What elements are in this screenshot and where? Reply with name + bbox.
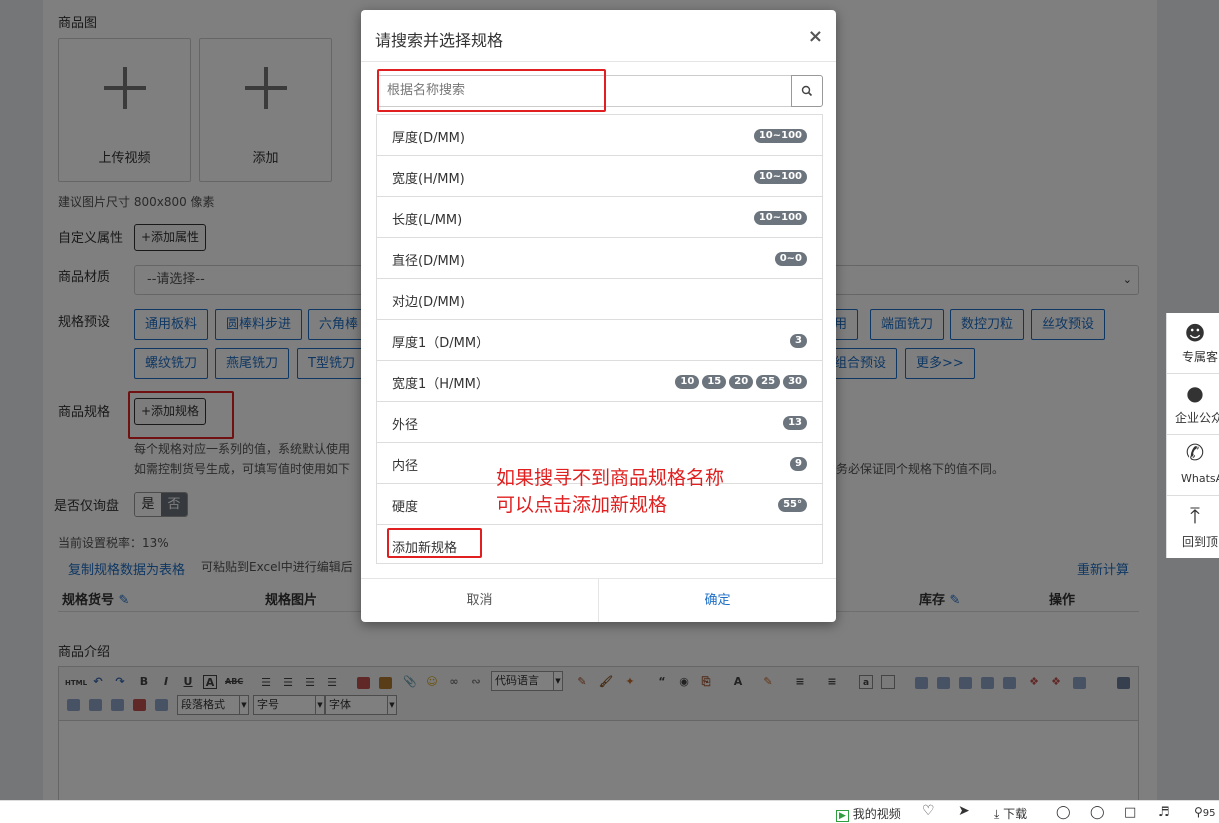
spec-name: 厚度(D/MM) xyxy=(392,131,465,146)
spec-name: 内径 xyxy=(392,459,419,474)
speaker-icon[interactable]: ♬ xyxy=(1158,805,1170,820)
spec-badges: 10 15 20 25 30 xyxy=(675,375,807,389)
spec-row[interactable]: 宽度1（H/MM） 10 15 20 25 30 xyxy=(377,361,822,402)
value-badge: 15 xyxy=(702,375,727,389)
wechat-icon: ● xyxy=(1186,381,1204,405)
value-badge: 10~100 xyxy=(753,211,807,225)
spec-badges: 55° xyxy=(778,498,807,512)
value-badge: 13 xyxy=(783,416,807,430)
search-button[interactable] xyxy=(791,75,823,107)
modal-title: 请搜索并选择规格 xyxy=(375,31,504,50)
spec-name: 直径(D/MM) xyxy=(392,254,465,269)
side-item-label: 企业公众 xyxy=(1175,411,1219,425)
value-badge: 30 xyxy=(783,375,807,389)
spec-name: 长度(L/MM) xyxy=(392,213,463,228)
value-badge: 25 xyxy=(756,375,781,389)
spec-badges: 9 xyxy=(790,457,807,471)
cancel-button[interactable]: 取消 xyxy=(361,579,599,622)
spec-name: 对边(D/MM) xyxy=(392,295,465,310)
value-badge: 0~0 xyxy=(774,252,807,266)
spec-badges: 13 xyxy=(783,416,807,430)
glasses-icon[interactable]: ◯ xyxy=(1056,805,1071,820)
side-item-back-to-top[interactable]: ⤒ 回到顶 xyxy=(1167,497,1219,558)
spec-badges: 10~100 xyxy=(753,211,807,225)
spec-badges: 3 xyxy=(790,334,807,348)
whatsapp-icon: ✆ xyxy=(1185,441,1205,466)
spec-badges: 10~100 xyxy=(753,129,807,143)
value-badge: 9 xyxy=(790,457,807,471)
heart-pulse-icon[interactable]: ♡ xyxy=(922,803,935,819)
annotation-text: 如果搜寻不到商品规格名称 可以点击添加新规格 xyxy=(496,465,724,519)
zoom-control[interactable]: ⚲95 xyxy=(1194,805,1216,819)
play-icon: ▶ xyxy=(836,810,849,822)
translate-icon[interactable]: ◯ xyxy=(1090,805,1105,820)
spec-name: 外径 xyxy=(392,418,419,433)
annotation-highlight-box xyxy=(377,69,606,112)
spec-row[interactable]: 厚度1（D/MM） 3 xyxy=(377,320,822,361)
side-item-label: 专属客 xyxy=(1182,350,1219,364)
zoom-icon: ⚲ xyxy=(1194,805,1203,819)
my-video-button[interactable]: ▶ 我的视频 xyxy=(836,805,901,822)
spec-row[interactable]: 对边(D/MM) xyxy=(377,279,822,320)
side-item-label: 回到顶 xyxy=(1182,535,1219,549)
modal-header-divider xyxy=(361,61,836,62)
value-badge: 3 xyxy=(790,334,807,348)
window-icon[interactable]: □ xyxy=(1124,805,1136,820)
side-item-service[interactable]: ☻ 专属客 xyxy=(1167,313,1219,374)
spec-name: 宽度(H/MM) xyxy=(392,172,465,187)
value-badge: 10~100 xyxy=(753,170,807,184)
spec-row[interactable]: 直径(D/MM) 0~0 xyxy=(377,238,822,279)
annotation-line-2: 可以点击添加新规格 xyxy=(496,494,668,516)
spec-name: 宽度1（H/MM） xyxy=(392,377,489,392)
spec-name: 厚度1（D/MM） xyxy=(392,336,490,351)
spec-name: 硬度 xyxy=(392,500,419,515)
modal-footer: 取消 确定 xyxy=(361,578,836,622)
spec-row[interactable]: 厚度(D/MM) 10~100 xyxy=(377,115,822,156)
value-badge: 55° xyxy=(778,498,807,512)
headset-icon: ☻ xyxy=(1184,321,1206,345)
confirm-button[interactable]: 确定 xyxy=(599,579,836,622)
spec-badges: 10~100 xyxy=(753,170,807,184)
download-icon: ⤓ xyxy=(994,807,1000,821)
value-badge: 10~100 xyxy=(753,129,807,143)
arrow-up-icon: ⤒ xyxy=(1190,504,1200,529)
annotation-line-1: 如果搜寻不到商品规格名称 xyxy=(496,467,725,489)
spec-row[interactable]: 宽度(H/MM) 10~100 xyxy=(377,156,822,197)
value-badge: 20 xyxy=(729,375,754,389)
floating-side-panel: ☻ 专属客 ● 企业公众 ✆ WhatsA ⤒ 回到顶 xyxy=(1166,313,1219,558)
browser-status-bar: ▶ 我的视频 ♡ ➤ ⤓ 下载 ◯ ◯ □ ♬ ⚲95 xyxy=(0,800,1219,823)
side-item-label: WhatsA xyxy=(1181,472,1219,485)
close-icon[interactable]: × xyxy=(808,26,823,47)
side-item-wechat[interactable]: ● 企业公众 xyxy=(1167,375,1219,435)
spec-row[interactable]: 外径 13 xyxy=(377,402,822,443)
value-badge: 10 xyxy=(675,375,700,389)
search-icon xyxy=(801,85,813,97)
spec-badges: 0~0 xyxy=(774,252,807,266)
download-button[interactable]: ⤓ 下载 xyxy=(994,805,1027,822)
annotation-highlight-box xyxy=(387,528,482,558)
spec-row[interactable]: 长度(L/MM) 10~100 xyxy=(377,197,822,238)
side-item-whatsapp[interactable]: ✆ WhatsA xyxy=(1167,436,1219,496)
rocket-icon[interactable]: ➤ xyxy=(958,803,970,819)
